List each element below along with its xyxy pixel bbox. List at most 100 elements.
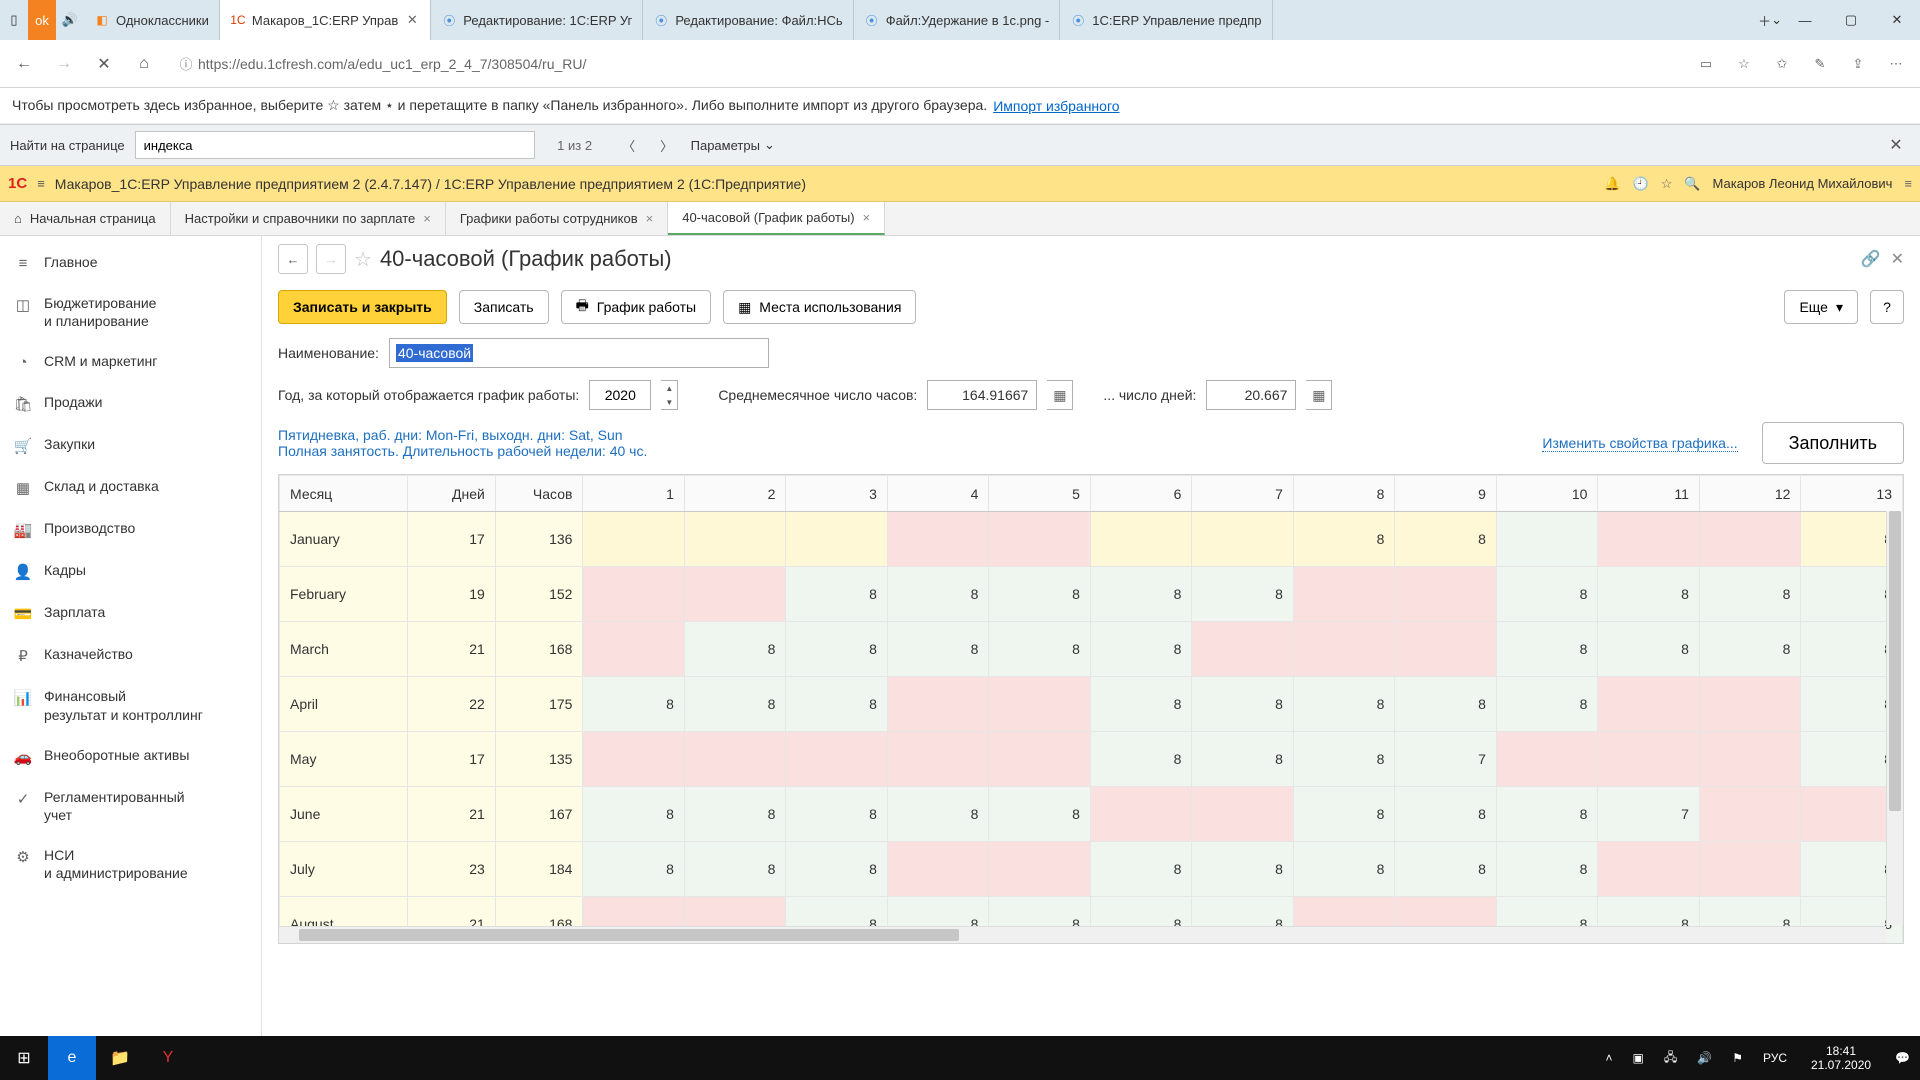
day-cell[interactable]	[786, 512, 888, 567]
day-cell[interactable]: 8	[1293, 732, 1395, 787]
minimize-button[interactable]: —	[1782, 0, 1828, 40]
day-cell[interactable]: 8	[1699, 622, 1801, 677]
sidebar-item[interactable]: ⚙ НСИи администрирование	[0, 835, 261, 893]
table-header[interactable]: 3	[786, 476, 888, 512]
table-header[interactable]: 2	[684, 476, 786, 512]
find-next-button[interactable]: 〉	[653, 131, 681, 159]
edge-taskbar-icon[interactable]: e	[48, 1036, 96, 1080]
day-cell[interactable]: 8	[1395, 842, 1497, 897]
day-cell[interactable]	[583, 732, 685, 787]
forward-button[interactable]: →	[48, 48, 80, 80]
tray-battery-icon[interactable]: ▣	[1627, 1051, 1650, 1065]
close-page-button[interactable]: ✕	[1891, 249, 1904, 269]
tray-lang[interactable]: РУС	[1757, 1051, 1793, 1065]
table-vscrollbar[interactable]	[1886, 511, 1903, 925]
browser-tab[interactable]: ⦿ 1С:ERP Управление предпр	[1060, 0, 1272, 40]
sidebar-item[interactable]: ▦ Склад и доставка	[0, 466, 261, 508]
sidebar-item[interactable]: 🛒 Закупки	[0, 424, 261, 466]
maximize-button[interactable]: ▢	[1828, 0, 1874, 40]
day-cell[interactable]	[1192, 787, 1294, 842]
onec-tab-close-icon[interactable]: ×	[646, 211, 654, 226]
day-cell[interactable]	[583, 567, 685, 622]
find-input[interactable]	[135, 131, 535, 159]
day-cell[interactable]: 8	[1598, 622, 1700, 677]
day-cell[interactable]: 8	[887, 567, 989, 622]
schedule-desc-line1[interactable]: Пятидневка, раб. дни: Mon-Fri, выходн. д…	[278, 427, 623, 443]
tray-volume-icon[interactable]: 🔊	[1691, 1051, 1718, 1065]
day-cell[interactable]: 8	[1090, 677, 1192, 732]
table-header[interactable]: 7	[1192, 476, 1294, 512]
day-cell[interactable]: 8	[989, 567, 1091, 622]
day-cell[interactable]	[1293, 567, 1395, 622]
tabs-dropdown-icon[interactable]: ⌄	[1771, 12, 1782, 28]
favorites-hub-icon[interactable]: ✩	[1766, 48, 1798, 80]
day-cell[interactable]: 8	[1192, 842, 1294, 897]
day-cell[interactable]	[1496, 732, 1598, 787]
day-cell[interactable]: 8	[684, 842, 786, 897]
find-parameters[interactable]: Параметры ⌄	[691, 137, 775, 153]
sidebar-item[interactable]: ✓ Регламентированныйучет	[0, 777, 261, 835]
day-cell[interactable]	[1598, 677, 1700, 732]
user-name[interactable]: Макаров Леонид Михайлович	[1713, 176, 1893, 191]
day-cell[interactable]: 8	[1192, 567, 1294, 622]
browser-tab[interactable]: ⦿ Файл:Удержание в 1с.png -	[854, 0, 1061, 40]
day-cell[interactable]: 8	[1395, 512, 1497, 567]
share-icon[interactable]: ⇪	[1842, 48, 1874, 80]
day-cell[interactable]: 8	[1090, 732, 1192, 787]
sidebar-item[interactable]: 🛍 Продажи	[0, 382, 261, 424]
sidebar-item[interactable]: ◫ Бюджетированиеи планирование	[0, 283, 261, 341]
day-cell[interactable]	[684, 567, 786, 622]
day-cell[interactable]: 8	[1090, 842, 1192, 897]
sidebar-item[interactable]: 🚗 Внеоборотные активы	[0, 735, 261, 777]
table-header[interactable]: 9	[1395, 476, 1497, 512]
day-cell[interactable]	[1496, 512, 1598, 567]
day-cell[interactable]: 8	[989, 787, 1091, 842]
favorite-page-icon[interactable]: ☆	[354, 247, 372, 272]
url-input[interactable]	[198, 56, 1676, 72]
table-row[interactable]: July23184888888888	[280, 842, 1903, 897]
table-header[interactable]: 12	[1699, 476, 1801, 512]
day-cell[interactable]	[887, 512, 989, 567]
day-cell[interactable]: 8	[583, 677, 685, 732]
onec-tab-close-icon[interactable]: ×	[863, 210, 871, 225]
day-cell[interactable]	[887, 677, 989, 732]
tray-bt-icon[interactable]: ⚑	[1726, 1051, 1749, 1065]
day-cell[interactable]	[1192, 512, 1294, 567]
onec-tab-close-icon[interactable]: ×	[423, 211, 431, 226]
favorite-star-icon[interactable]: ☆	[1728, 48, 1760, 80]
table-header[interactable]: 1	[583, 476, 685, 512]
day-cell[interactable]: 8	[1598, 567, 1700, 622]
find-close-button[interactable]: ✕	[1882, 135, 1910, 155]
day-cell[interactable]: 8	[786, 787, 888, 842]
day-cell[interactable]: 8	[583, 787, 685, 842]
day-cell[interactable]: 8	[684, 622, 786, 677]
day-cell[interactable]	[1598, 732, 1700, 787]
browser-tab[interactable]: 1С Макаров_1С:ERP Управ ✕	[220, 0, 431, 40]
day-cell[interactable]: 8	[887, 622, 989, 677]
day-cell[interactable]	[1598, 842, 1700, 897]
browser-tab[interactable]: ⦿ Редактирование: Файл:НСь	[643, 0, 853, 40]
day-cell[interactable]: 8	[786, 567, 888, 622]
day-cell[interactable]	[1395, 622, 1497, 677]
fill-button[interactable]: Заполнить	[1762, 422, 1904, 464]
history-icon[interactable]: 🕘	[1633, 176, 1649, 192]
table-header[interactable]: 10	[1496, 476, 1598, 512]
day-cell[interactable]: 8	[1496, 787, 1598, 842]
day-cell[interactable]	[1699, 512, 1801, 567]
nav-forward-button[interactable]: →	[316, 244, 346, 274]
save-button[interactable]: Записать	[459, 290, 549, 324]
table-header[interactable]: 13	[1801, 476, 1903, 512]
find-prev-button[interactable]: 〈	[615, 131, 643, 159]
star-icon[interactable]: ☆	[1661, 176, 1673, 192]
tray-clock[interactable]: 18:41 21.07.2020	[1801, 1044, 1881, 1073]
tab-close-icon[interactable]: ✕	[404, 12, 420, 28]
tray-network-icon[interactable]: 🖧	[1658, 1048, 1683, 1069]
day-cell[interactable]: 8	[684, 787, 786, 842]
sound-icon[interactable]: 🔊	[56, 0, 84, 40]
settings-dots-icon[interactable]: ⋯	[1880, 48, 1912, 80]
start-button[interactable]: ⊞	[0, 1036, 48, 1080]
home-button[interactable]: ⌂	[128, 48, 160, 80]
explorer-taskbar-icon[interactable]: 📁	[96, 1036, 144, 1080]
day-cell[interactable]	[786, 732, 888, 787]
day-cell[interactable]	[1090, 512, 1192, 567]
